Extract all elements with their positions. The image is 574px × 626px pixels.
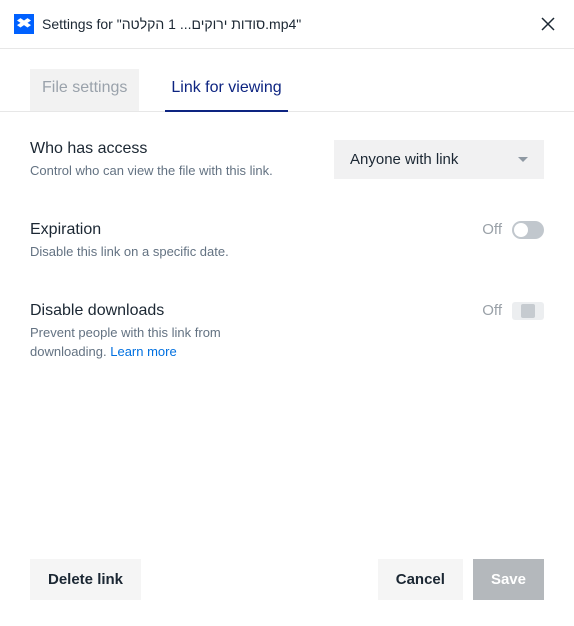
- downloads-desc: Prevent people with this link from downl…: [30, 324, 290, 362]
- delete-link-button[interactable]: Delete link: [30, 559, 141, 600]
- expiration-toggle[interactable]: [512, 221, 544, 239]
- downloads-text: Disable downloads Prevent people with th…: [30, 302, 290, 362]
- tab-file-settings[interactable]: File settings: [30, 69, 139, 111]
- tab-link-for-viewing[interactable]: Link for viewing: [165, 69, 287, 111]
- content-area: Who has access Control who can view the …: [0, 112, 574, 539]
- downloads-toggle[interactable]: [512, 302, 544, 320]
- expiration-desc: Disable this link on a specific date.: [30, 243, 229, 262]
- access-dropdown[interactable]: Anyone with link: [334, 140, 544, 179]
- expiration-title: Expiration: [30, 221, 229, 239]
- modal-header: Settings for "סודות ירוקים... 1 הקלטה.mp…: [0, 0, 574, 49]
- cancel-button[interactable]: Cancel: [378, 559, 463, 600]
- expiration-text: Expiration Disable this link on a specif…: [30, 221, 229, 262]
- footer-right: Cancel Save: [378, 559, 544, 600]
- learn-more-link[interactable]: Learn more: [110, 344, 176, 359]
- expiration-toggle-label: Off: [482, 221, 502, 238]
- dropbox-icon: [14, 14, 34, 34]
- access-desc: Control who can view the file with this …: [30, 162, 273, 181]
- downloads-toggle-label: Off: [482, 302, 502, 319]
- access-row: Who has access Control who can view the …: [30, 140, 544, 181]
- close-button[interactable]: [536, 12, 560, 36]
- chevron-down-icon: [518, 157, 528, 162]
- downloads-toggle-wrap: Off: [482, 302, 544, 320]
- expiration-row: Expiration Disable this link on a specif…: [30, 221, 544, 262]
- settings-modal: Settings for "סודות ירוקים... 1 הקלטה.mp…: [0, 0, 574, 626]
- downloads-title: Disable downloads: [30, 302, 290, 320]
- downloads-row: Disable downloads Prevent people with th…: [30, 302, 544, 362]
- toggle-knob: [514, 223, 528, 237]
- access-dropdown-label: Anyone with link: [350, 151, 458, 168]
- access-title: Who has access: [30, 140, 273, 158]
- tabs: File settings Link for viewing: [0, 49, 574, 112]
- close-icon: [541, 17, 555, 31]
- modal-title: Settings for "סודות ירוקים... 1 הקלטה.mp…: [42, 16, 536, 32]
- modal-footer: Delete link Cancel Save: [0, 539, 574, 626]
- access-text: Who has access Control who can view the …: [30, 140, 273, 181]
- expiration-toggle-wrap: Off: [482, 221, 544, 239]
- toggle-disabled-inner: [521, 304, 535, 318]
- save-button[interactable]: Save: [473, 559, 544, 600]
